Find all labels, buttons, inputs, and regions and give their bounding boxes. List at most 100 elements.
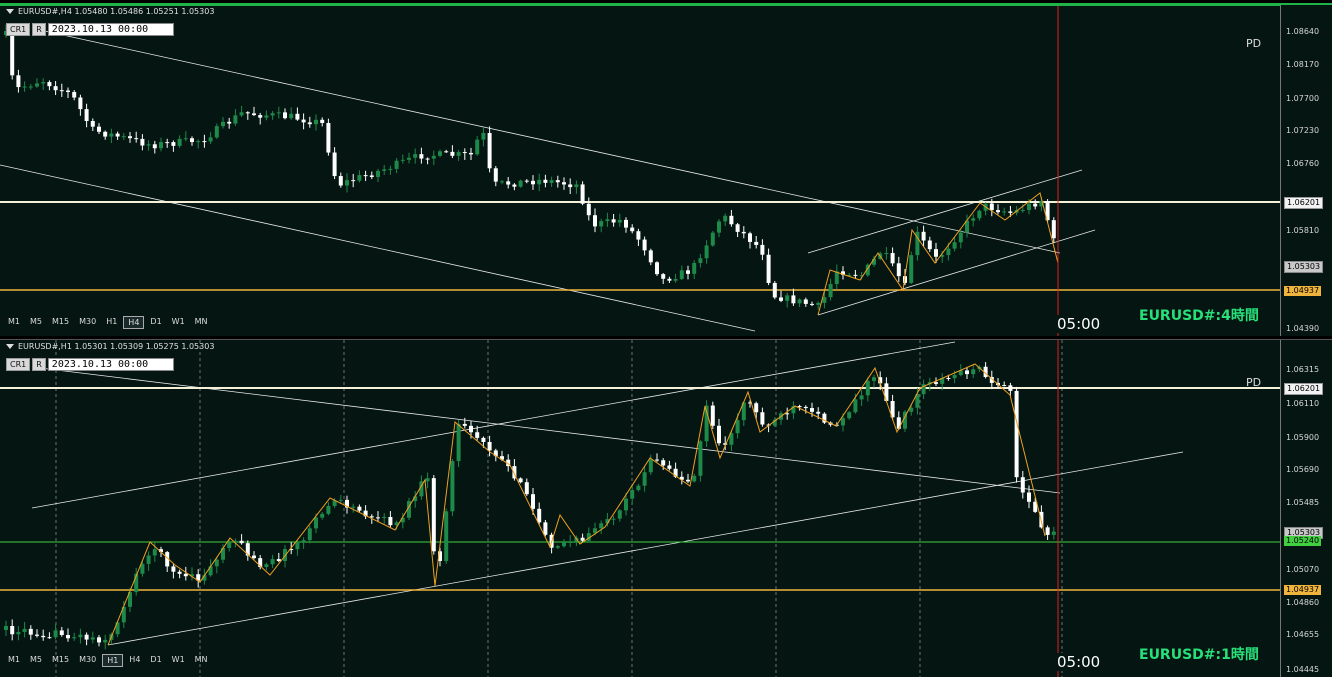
price-tick: 1.05810	[1286, 226, 1320, 235]
bull-candle	[146, 144, 151, 146]
bear-candle	[165, 142, 170, 144]
collapse-triangle-icon[interactable]	[6, 9, 14, 14]
bull-candle	[388, 168, 393, 170]
bull-candle	[952, 242, 957, 249]
bull-candle	[971, 369, 976, 375]
bear-candle	[134, 138, 139, 140]
bear-candle	[183, 573, 188, 577]
bull-candle	[90, 637, 95, 640]
bear-candle	[717, 425, 721, 444]
bull-candle	[351, 506, 356, 508]
timeframe-button-w1[interactable]: W1	[168, 316, 189, 329]
bull-candle	[295, 542, 300, 550]
bear-candle	[419, 154, 424, 159]
bear-candle	[35, 634, 39, 636]
bull-candle	[221, 121, 225, 127]
h1-chart-pane[interactable]: EURUSD#,H1 1.05301 1.05309 1.05275 1.053…	[0, 339, 1332, 677]
collapse-triangle-icon[interactable]	[6, 344, 14, 349]
bear-candle	[357, 506, 362, 511]
timeframe-button-h4[interactable]: H4	[125, 654, 144, 667]
h1-timeframe-bar: M1 M5 M15 M30 H1 H4 D1 W1 MN	[4, 654, 212, 667]
bear-candle	[568, 184, 573, 188]
bear-candle	[28, 628, 33, 635]
bull-candle	[865, 380, 870, 396]
bull-candle	[971, 218, 976, 221]
timeframe-button-m30[interactable]: M30	[75, 316, 100, 329]
bull-candle	[456, 152, 461, 156]
bull-candle	[270, 113, 275, 116]
bear-candle	[760, 244, 765, 255]
timeframe-button-m15[interactable]: M15	[48, 654, 73, 667]
bear-candle	[890, 253, 895, 264]
bull-candle	[555, 546, 560, 548]
bear-candle	[326, 123, 331, 153]
bull-candle	[345, 180, 349, 186]
h1-price-axis[interactable]: 1.06315 1.06110 1.05900 1.05690 1.05485 …	[1280, 340, 1332, 677]
bear-candle	[648, 250, 653, 263]
bull-candle	[146, 555, 151, 564]
bull-candle	[679, 270, 684, 280]
bull-candle	[624, 498, 628, 511]
timeframe-button-m5[interactable]: M5	[26, 316, 46, 329]
date-input[interactable]: 2023.10.13 00:00	[47, 23, 174, 36]
timeframe-button-m1[interactable]: M1	[4, 654, 24, 667]
h1-price-plot[interactable]	[0, 340, 1280, 677]
bull-candle	[264, 564, 269, 567]
timeframe-button-mn[interactable]: MN	[191, 654, 212, 667]
bull-candle	[450, 461, 455, 512]
bull-candle	[4, 626, 8, 630]
bull-candle	[1051, 531, 1056, 535]
bear-candle	[332, 152, 337, 177]
timeframe-button-mn[interactable]: MN	[191, 316, 212, 329]
bear-candle	[729, 215, 734, 225]
timeframe-button-m15[interactable]: M15	[48, 316, 73, 329]
bear-candle	[611, 219, 616, 223]
bear-candle	[630, 227, 635, 232]
bear-candle	[72, 91, 77, 98]
bull-candle	[481, 132, 486, 140]
price-tick: 1.04445	[1286, 665, 1320, 674]
timeframe-button-d1[interactable]: D1	[146, 654, 165, 667]
bear-candle	[171, 566, 176, 572]
bear-candle	[593, 215, 597, 227]
bear-candle	[227, 121, 232, 124]
timeframe-button-h1[interactable]: H1	[102, 316, 121, 329]
bear-candle	[425, 158, 430, 160]
bear-candle	[376, 517, 380, 519]
bull-candle	[717, 221, 721, 233]
timeframe-button-m30[interactable]: M30	[75, 654, 100, 667]
h1-chart-title: EURUSD#:1時間	[1139, 647, 1259, 663]
bear-candle	[140, 138, 145, 146]
bear-candle	[90, 121, 95, 127]
cr1-button[interactable]: CR1	[6, 358, 31, 371]
timeframe-button-h4[interactable]: H4	[123, 316, 145, 329]
bull-candle	[307, 528, 312, 541]
timeframe-button-w1[interactable]: W1	[168, 654, 189, 667]
bear-candle	[803, 406, 808, 409]
date-input[interactable]: 2023.10.13 00:00	[47, 358, 174, 371]
h1-toolbar: CR1 R 2023.10.13 00:00	[6, 358, 174, 371]
h4-price-plot[interactable]	[0, 5, 1280, 336]
timeframe-button-m5[interactable]: M5	[26, 654, 46, 667]
h4-price-axis[interactable]: 1.08640 1.08170 1.07700 1.07230 1.06760 …	[1280, 5, 1332, 336]
bull-candle	[382, 169, 387, 171]
h4-chart-pane[interactable]: EURUSD#,H4 1.05480 1.05486 1.05251 1.053…	[0, 3, 1332, 336]
cr1-button[interactable]: CR1	[6, 23, 31, 36]
price-tick: 1.04655	[1286, 630, 1320, 639]
bear-candle	[797, 406, 802, 408]
support-price-tag: 1.04937	[1284, 585, 1322, 595]
trendline	[0, 164, 756, 332]
bull-candle	[630, 490, 635, 499]
timeframe-button-h1[interactable]: H1	[102, 654, 124, 667]
r-button[interactable]: R	[32, 23, 46, 36]
bull-candle	[673, 279, 678, 281]
r-button[interactable]: R	[32, 358, 46, 371]
bull-candle	[214, 126, 219, 138]
bear-candle	[252, 113, 256, 116]
timeframe-button-m1[interactable]: M1	[4, 316, 24, 329]
timeframe-button-d1[interactable]: D1	[146, 316, 165, 329]
price-tick: 1.05070	[1286, 565, 1320, 574]
bear-candle	[816, 411, 821, 414]
bear-candle	[84, 109, 89, 122]
bear-candle	[896, 417, 901, 429]
